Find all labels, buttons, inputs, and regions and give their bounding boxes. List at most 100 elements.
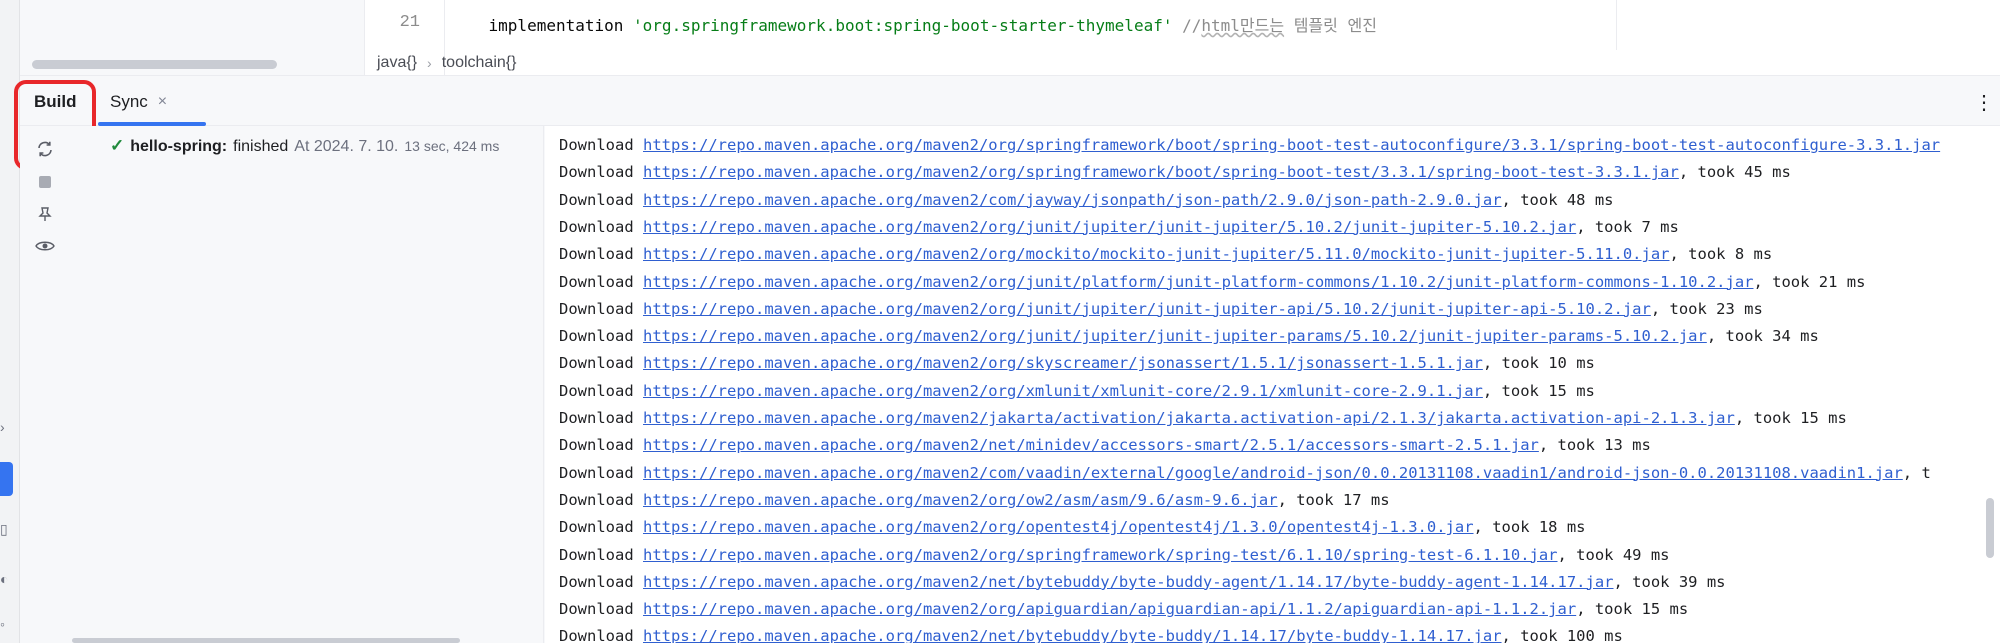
download-prefix: Download <box>559 545 634 564</box>
download-duration: , took 23 ms <box>1650 299 1763 318</box>
download-prefix: Download <box>559 136 634 154</box>
download-prefix: Download <box>559 463 634 482</box>
sync-icon[interactable] <box>32 136 58 162</box>
console-line: Download https://repo.maven.apache.org/m… <box>559 542 1670 569</box>
pin-icon[interactable] <box>32 201 58 227</box>
download-prefix: Download <box>559 163 634 182</box>
stop-icon[interactable] <box>32 169 58 195</box>
download-duration: , took 39 ms <box>1613 572 1726 591</box>
download-url-link[interactable]: https://repo.maven.apache.org/maven2/org… <box>643 273 1753 291</box>
download-prefix: Download <box>559 245 634 264</box>
build-toolbar <box>20 126 68 643</box>
build-tree-row[interactable]: ✓ hello-spring: finished At 2024. 7. 10.… <box>110 136 499 156</box>
download-url-link[interactable]: https://repo.maven.apache.org/maven2/org… <box>643 354 1483 372</box>
console-vertical-scrollbar[interactable] <box>1986 498 1994 558</box>
download-duration: , took 15 ms <box>1576 600 1689 619</box>
line-number: 21 <box>399 13 420 32</box>
console-line: Download https://repo.maven.apache.org/m… <box>559 241 1772 268</box>
console-line: Download https://repo.maven.apache.org/m… <box>559 214 1679 241</box>
commit-icon[interactable]: › <box>0 418 14 436</box>
build-tool-window-tabs: Build Sync × ⋮ <box>20 78 2000 126</box>
code-keyword: implementation <box>488 16 624 35</box>
download-url-link[interactable]: https://repo.maven.apache.org/maven2/org… <box>643 546 1558 564</box>
download-url-link[interactable]: https://repo.maven.apache.org/maven2/com… <box>643 191 1502 209</box>
download-url-link[interactable]: https://repo.maven.apache.org/maven2/org… <box>643 600 1576 618</box>
code-line[interactable]: implementation 'org.springframework.boot… <box>450 12 1377 36</box>
download-duration: , took 45 ms <box>1678 163 1791 182</box>
download-url-link[interactable]: https://repo.maven.apache.org/maven2/org… <box>643 218 1576 236</box>
editor-right-pane <box>1616 0 2000 50</box>
console-line: Download https://repo.maven.apache.org/m… <box>559 159 1791 186</box>
download-url-link[interactable]: https://repo.maven.apache.org/maven2/org… <box>643 300 1651 318</box>
download-url-link[interactable]: https://repo.maven.apache.org/maven2/org… <box>643 518 1474 536</box>
build-timestamp: At 2024. 7. 10. <box>294 138 399 155</box>
console-line: Download https://repo.maven.apache.org/m… <box>559 378 1595 405</box>
download-url-link[interactable]: https://repo.maven.apache.org/maven2/org… <box>643 382 1483 400</box>
download-duration: , took 7 ms <box>1576 217 1679 236</box>
download-duration: , took 10 ms <box>1482 354 1595 373</box>
problems-icon[interactable]: ◐ <box>0 570 14 588</box>
download-prefix: Download <box>559 217 634 236</box>
download-url-link[interactable]: https://repo.maven.apache.org/maven2/net… <box>643 436 1539 454</box>
tab-sync[interactable]: Sync × <box>110 78 167 126</box>
download-prefix: Download <box>559 354 634 373</box>
breadcrumb-item-toolchain[interactable]: toolchain{} <box>442 54 517 72</box>
project-horizontal-scrollbar[interactable] <box>32 60 277 69</box>
console-line: Download https://repo.maven.apache.org/m… <box>559 350 1595 377</box>
build-tool-icon[interactable] <box>0 462 13 496</box>
download-url-link[interactable]: https://repo.maven.apache.org/maven2/com… <box>643 464 1903 482</box>
download-url-link[interactable]: https://repo.maven.apache.org/maven2/org… <box>643 491 1278 509</box>
console-line: Download https://repo.maven.apache.org/m… <box>559 487 1390 514</box>
console-line: Download https://repo.maven.apache.org/m… <box>559 432 1651 459</box>
tab-sync-label: Sync <box>110 92 148 111</box>
console-line: Download https://repo.maven.apache.org/m… <box>559 132 1940 159</box>
editor-area: 21 implementation 'org.springframework.b… <box>20 0 2000 76</box>
download-prefix: Download <box>559 381 634 400</box>
download-duration: , took 17 ms <box>1277 490 1390 509</box>
git-icon[interactable]: ◦ <box>0 615 14 633</box>
console-line: Download https://repo.maven.apache.org/m… <box>559 569 1726 596</box>
more-options-icon[interactable]: ⋮ <box>1974 90 1994 115</box>
eye-icon[interactable] <box>32 233 58 259</box>
download-url-link[interactable]: https://repo.maven.apache.org/maven2/net… <box>643 627 1502 643</box>
download-prefix: Download <box>559 436 634 455</box>
download-prefix: Download <box>559 627 634 643</box>
breadcrumb-separator-icon: › <box>427 55 432 71</box>
code-comment-rest: 템플릿 엔진 <box>1284 16 1377 35</box>
build-console-output[interactable]: Download https://repo.maven.apache.org/m… <box>545 126 2000 643</box>
download-prefix: Download <box>559 190 634 209</box>
build-duration: 13 sec, 424 ms <box>404 138 500 154</box>
build-tree-pane: ✓ hello-spring: finished At 2024. 7. 10.… <box>68 126 544 643</box>
console-line: Download https://repo.maven.apache.org/m… <box>559 460 1931 487</box>
download-prefix: Download <box>559 518 634 537</box>
success-check-icon: ✓ <box>110 136 125 155</box>
breadcrumb: java{} › toolchain{} <box>365 50 517 75</box>
download-url-link[interactable]: https://repo.maven.apache.org/maven2/org… <box>643 245 1670 263</box>
download-duration: , took 15 ms <box>1482 381 1595 400</box>
download-url-link[interactable]: https://repo.maven.apache.org/maven2/jak… <box>643 409 1735 427</box>
download-prefix: Download <box>559 299 634 318</box>
console-horizontal-scrollbar[interactable] <box>72 638 460 643</box>
console-line: Download https://repo.maven.apache.org/m… <box>559 323 1819 350</box>
terminal-icon[interactable]: ▯ <box>0 520 14 538</box>
download-url-link[interactable]: https://repo.maven.apache.org/maven2/org… <box>643 163 1679 181</box>
code-comment-prefix: // <box>1182 16 1202 35</box>
download-duration: , took 13 ms <box>1538 436 1651 455</box>
console-line: Download https://repo.maven.apache.org/m… <box>559 405 1847 432</box>
download-duration: , took 8 ms <box>1669 245 1773 264</box>
download-prefix: Download <box>559 490 634 509</box>
breadcrumb-item-java[interactable]: java{} <box>377 54 417 72</box>
download-duration: , took 49 ms <box>1557 545 1670 564</box>
console-line: Download https://repo.maven.apache.org/m… <box>559 596 1688 623</box>
console-line: Download https://repo.maven.apache.org/m… <box>559 269 1865 296</box>
build-status: finished <box>233 138 289 155</box>
download-prefix: Download <box>559 327 634 346</box>
close-icon[interactable]: × <box>158 93 167 111</box>
download-duration: , took 21 ms <box>1753 272 1866 291</box>
download-prefix: Download <box>559 272 634 291</box>
download-url-link[interactable]: https://repo.maven.apache.org/maven2/org… <box>643 136 1940 154</box>
download-duration: , took 100 ms <box>1501 627 1623 643</box>
download-url-link[interactable]: https://repo.maven.apache.org/maven2/org… <box>643 327 1707 345</box>
console-line: Download https://repo.maven.apache.org/m… <box>559 623 1623 643</box>
download-url-link[interactable]: https://repo.maven.apache.org/maven2/net… <box>643 573 1614 591</box>
